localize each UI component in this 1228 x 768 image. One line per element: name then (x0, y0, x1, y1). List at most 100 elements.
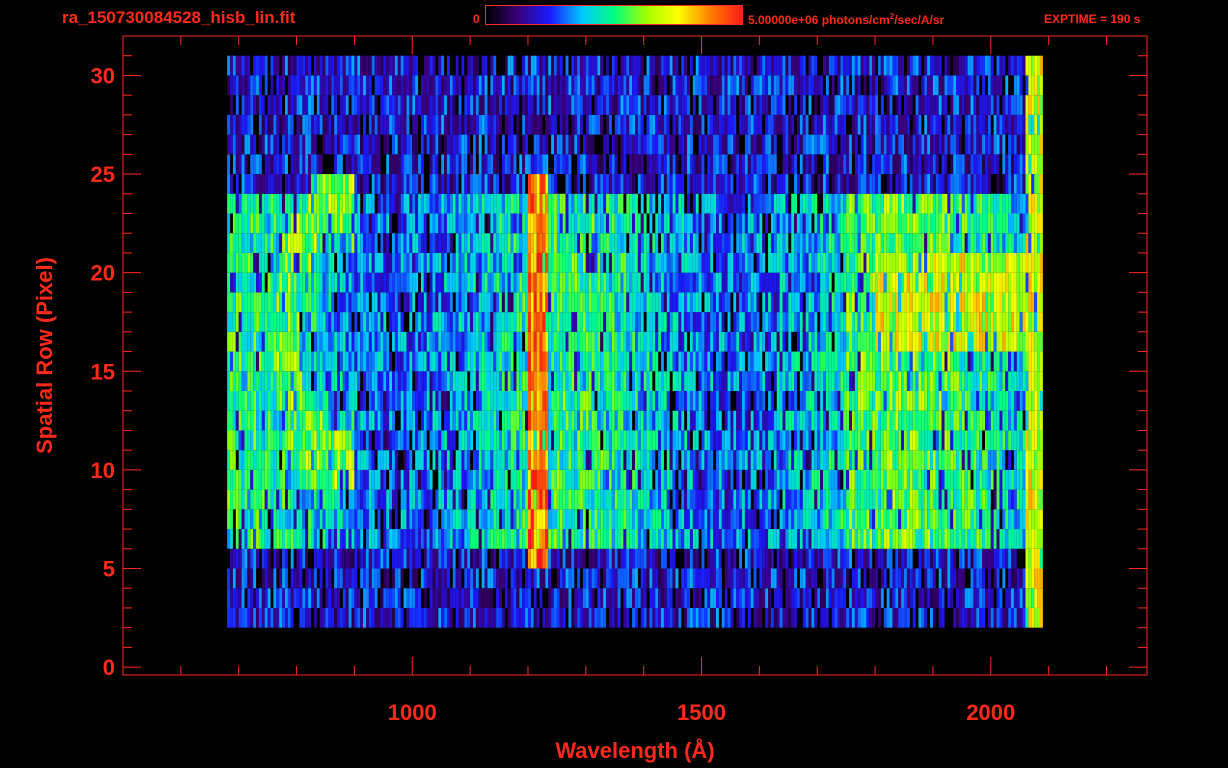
heatmap-cell (904, 450, 907, 470)
heatmap-cell (976, 391, 980, 411)
heatmap-cell (270, 489, 274, 510)
heatmap-cell (883, 489, 887, 510)
heatmap-cell (305, 588, 309, 608)
heatmap-cell (643, 410, 647, 431)
heatmap-cell (707, 529, 711, 549)
heatmap-cell (374, 252, 378, 273)
heatmap-cell (452, 430, 456, 451)
heatmap-cell (487, 430, 491, 451)
heatmap-cell (632, 272, 635, 293)
heatmap-cell (985, 529, 988, 549)
heatmap-cell (455, 588, 459, 608)
heatmap-cell (892, 391, 896, 411)
heatmap-cell (733, 548, 737, 569)
heatmap-cell (527, 430, 531, 451)
heatmap-cell (666, 450, 670, 470)
heatmap-cell (545, 351, 549, 372)
heatmap-cell (403, 529, 407, 549)
heatmap-cell (958, 588, 962, 608)
heatmap-cell (768, 252, 771, 273)
heatmap-cell (747, 568, 751, 589)
heatmap-cell (684, 568, 688, 589)
heatmap-cell (765, 469, 769, 490)
heatmap-cell (672, 469, 676, 490)
heatmap-cell (339, 351, 343, 372)
heatmap-cell (692, 410, 696, 431)
heatmap-cell (727, 548, 731, 569)
heatmap-cell (872, 410, 876, 431)
heatmap-cell (825, 450, 829, 470)
heatmap-cell (834, 489, 838, 510)
heatmap-cell (568, 607, 572, 628)
heatmap-cell (478, 469, 482, 490)
heatmap-cell (759, 529, 763, 549)
heatmap-cell (253, 568, 257, 589)
heatmap-cell (554, 351, 557, 372)
heatmap-cell (293, 588, 297, 608)
heatmap-cell (533, 469, 537, 490)
heatmap-cell (710, 548, 714, 569)
heatmap-cell (1013, 391, 1017, 411)
heatmap-cell (230, 331, 233, 352)
heatmap-cell (918, 410, 922, 431)
heatmap-cell (979, 548, 983, 569)
heatmap-cell (464, 410, 468, 431)
heatmap-cell (334, 312, 338, 332)
heatmap-cell (990, 272, 994, 293)
heatmap-cell (296, 430, 300, 451)
heatmap-cell (354, 529, 358, 549)
heatmap-cell (689, 548, 693, 569)
heatmap-cell (687, 529, 690, 549)
heatmap-cell (944, 371, 948, 391)
heatmap-cell (481, 312, 485, 332)
heatmap-cell (299, 351, 303, 372)
heatmap-cell (548, 351, 552, 372)
heatmap-cell (932, 351, 936, 372)
heatmap-cell (261, 548, 265, 569)
heatmap-cell (241, 292, 245, 313)
heatmap-cell (412, 529, 416, 549)
heatmap-cell (241, 529, 245, 549)
heatmap-cell (527, 351, 531, 372)
heatmap-cell (681, 331, 685, 352)
heatmap-cell (374, 489, 378, 510)
heatmap-cell (1011, 351, 1014, 372)
heatmap-cell (1013, 272, 1017, 293)
heatmap-cell (935, 588, 939, 608)
heatmap-cell (958, 292, 962, 313)
heatmap-cell (267, 292, 271, 313)
heatmap-cell (536, 430, 540, 451)
heatmap-cell (380, 331, 384, 352)
heatmap-cell (643, 331, 647, 352)
heatmap-cell (510, 588, 514, 608)
heatmap-cell (721, 450, 725, 470)
heatmap-cell (279, 391, 283, 411)
heatmap-cell (397, 469, 401, 490)
heatmap-cell (253, 410, 257, 431)
heatmap-cell (470, 607, 474, 628)
heatmap-cell (990, 410, 994, 431)
heatmap-cell (802, 529, 806, 549)
heatmap-cell (1034, 588, 1038, 608)
heatmap-cell (571, 252, 575, 273)
heatmap-cell (455, 489, 459, 510)
heatmap-cell (753, 391, 757, 411)
heatmap-cell (334, 351, 338, 372)
heatmap-cell (915, 469, 919, 490)
heatmap-cell (290, 312, 294, 332)
heatmap-cell (444, 607, 447, 628)
heatmap-cell (1025, 568, 1029, 589)
heatmap-cell (796, 529, 800, 549)
heatmap-cell (678, 529, 682, 549)
heatmap-cell (258, 450, 262, 470)
heatmap-cell (227, 351, 231, 372)
heatmap-cell (467, 312, 471, 332)
heatmap-cell (241, 568, 245, 589)
heatmap-cell (348, 469, 352, 490)
heatmap-cell (551, 410, 555, 431)
heatmap-cell (918, 331, 922, 352)
heatmap-cell (901, 607, 905, 628)
heatmap-cell (458, 331, 462, 352)
heatmap-cell (779, 548, 783, 569)
heatmap-cell (556, 351, 560, 372)
